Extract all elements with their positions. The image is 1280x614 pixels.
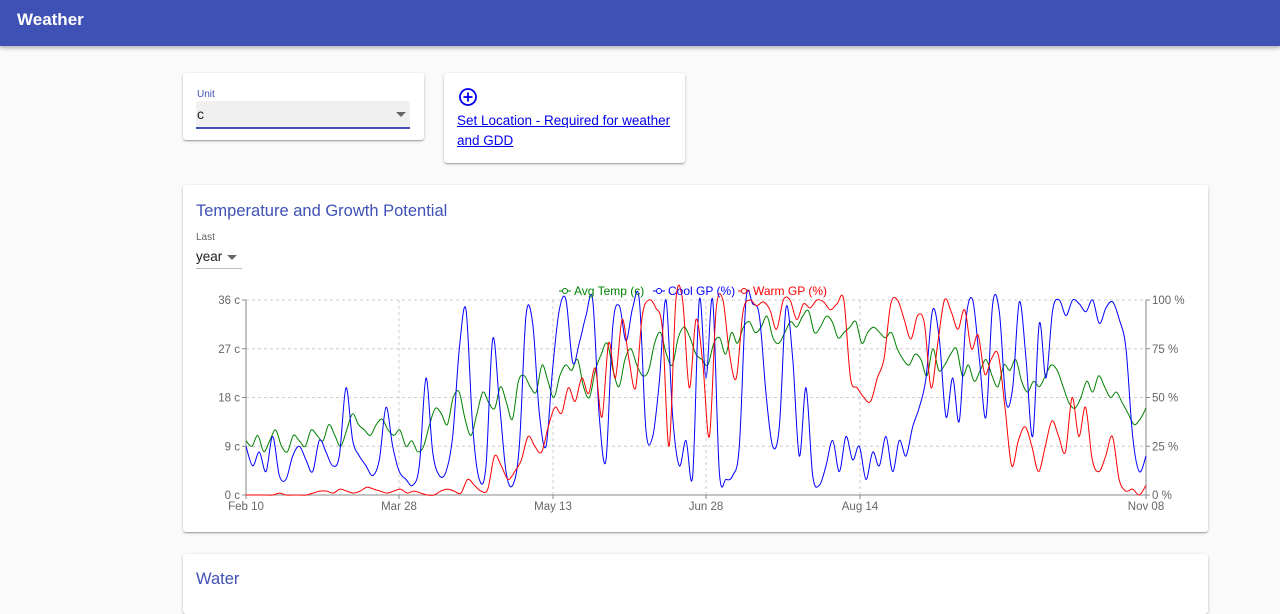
y-left-tick-label: 9 c [225, 441, 241, 453]
water-card: Water [183, 554, 1208, 614]
legend-label: Cool GP (%) [668, 284, 735, 298]
y-left-tick-label: 27 c [218, 344, 240, 356]
water-title: Water [196, 570, 240, 588]
legend-marker-dot [562, 288, 568, 294]
unit-label: Unit [197, 89, 215, 100]
legend-label: Avg Temp (c) [574, 284, 644, 298]
x-tick-label: Feb 10 [228, 501, 264, 513]
x-tick-label: Aug 14 [842, 501, 879, 513]
set-location-card: Set Location - Required for weather and … [444, 73, 685, 163]
unit-select[interactable]: c [196, 101, 410, 129]
y-left-tick-label: 18 c [218, 393, 240, 405]
temperature-growth-chart: 0 c0 %9 c 25 %18 c 50 %27 c 75 %36 c 100 %Fe… [218, 284, 1185, 513]
x-tick-label: May 13 [534, 501, 572, 513]
unit-select-value: c [197, 106, 204, 122]
app-title: Weather [17, 10, 84, 29]
y-right-tick-label: 50 % [1152, 393, 1178, 405]
y-right-tick-label: 75 % [1152, 344, 1178, 356]
y-right-tick-label: 25 % [1152, 441, 1178, 453]
set-location-link[interactable]: Set Location - Required for weather and … [457, 111, 677, 151]
x-tick-label: Jun 28 [689, 501, 724, 513]
add-circle-icon[interactable] [458, 87, 478, 107]
x-tick-label: Mar 28 [381, 501, 417, 513]
x-tick-label: Nov 08 [1128, 501, 1164, 513]
legend-marker-dot [741, 288, 747, 294]
legend-label: Warm GP (%) [753, 284, 827, 298]
temperature-growth-card: Temperature and Growth Potential Last ye… [183, 185, 1208, 532]
y-left-tick-label: 36 c [218, 295, 240, 307]
dropdown-arrow-icon [396, 112, 406, 117]
y-right-tick-label: 100 % [1152, 295, 1185, 307]
app-bar: Weather [0, 0, 1280, 46]
legend-marker-dot [656, 288, 662, 294]
unit-card: Unit c [183, 73, 424, 140]
